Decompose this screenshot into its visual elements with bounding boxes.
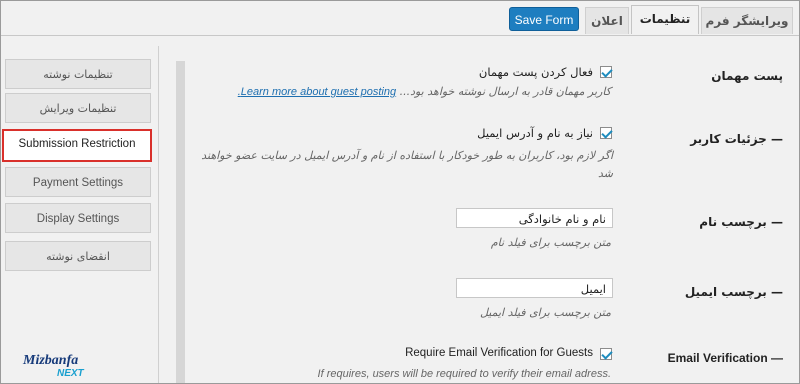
menu-divider	[158, 46, 159, 383]
email-verification-checkbox-label: Require Email Verification for Guests	[405, 347, 593, 359]
email-verification-description: If requires, users will be required to v…	[317, 368, 611, 380]
email-label-description: متن برچسب برای فیلد ایمیل	[479, 306, 611, 319]
guest-post-label: پست مهمان	[711, 69, 783, 83]
logo-subtext: NEXT	[57, 368, 84, 379]
email-label-label: — برچسب ایمیل	[684, 285, 783, 299]
tab-divider	[1, 35, 799, 36]
logo-text: Mizbanfa	[23, 353, 79, 368]
settings-window: ویرایشگر فرم تنظیمات اعلان Save Form تنظ…	[0, 0, 800, 384]
scrollbar[interactable]	[176, 61, 185, 383]
user-details-checkbox-label: نیاز به نام و آدرس ایمیل	[477, 126, 593, 140]
user-details-checkbox[interactable]	[600, 127, 612, 139]
name-label-input[interactable]: نام و نام خانوادگی	[456, 208, 613, 228]
tab-settings[interactable]: تنظیمات	[631, 5, 699, 34]
email-verification-checkbox[interactable]	[600, 348, 612, 360]
user-details-description: اگر لازم بود، کاربران به طور خودکار با ا…	[201, 149, 613, 180]
mizbanfa-logo: Mizbanfa NEXT	[23, 353, 93, 381]
name-label-label: — برچسب نام	[699, 215, 783, 229]
tab-notifications[interactable]: اعلان	[585, 7, 629, 34]
save-form-button[interactable]: Save Form	[509, 7, 579, 31]
menu-item-edit-settings[interactable]: تنظیمات ویرایش	[5, 93, 151, 123]
menu-item-post-expiration[interactable]: انقضای نوشته	[5, 241, 151, 271]
guest-post-checkbox-label: فعال کردن پست مهمان	[478, 65, 593, 79]
menu-item-payment-settings[interactable]: Payment Settings	[5, 167, 151, 197]
name-label-description: متن برچسب برای فیلد نام	[490, 236, 611, 249]
menu-item-display-settings[interactable]: Display Settings	[5, 203, 151, 233]
guest-post-checkbox[interactable]	[600, 66, 612, 78]
guest-post-description: کاربر مهمان قادر به ارسال نوشته خواهد بو…	[237, 85, 611, 98]
guest-post-learn-more-link[interactable]: Learn more about guest posting.	[238, 86, 396, 98]
menu-item-post-settings[interactable]: تنظیمات نوشته	[5, 59, 151, 89]
menu-item-submission-restriction[interactable]: Submission Restriction	[2, 129, 152, 162]
tab-form-editor[interactable]: ویرایشگر فرم	[701, 7, 793, 34]
user-details-label: — جزئیات کاربر	[690, 132, 783, 146]
email-label-input[interactable]: ایمیل	[456, 278, 613, 298]
email-verification-label: Email Verification —	[667, 351, 783, 365]
